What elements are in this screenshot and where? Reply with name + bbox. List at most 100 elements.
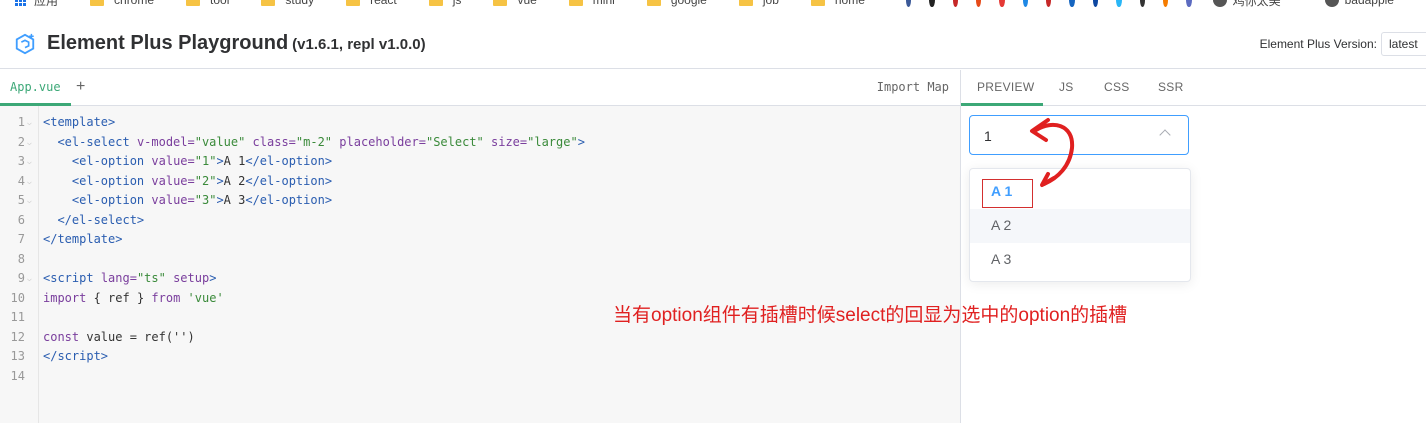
page-title-text: Element Plus Playground bbox=[47, 32, 289, 54]
code-editor-pane: App.vue + Import Map 1 ⌵ <template> 2 ⌵ <el-… bbox=[0, 70, 961, 423]
folder-icon bbox=[428, 0, 443, 6]
line-number: 5 bbox=[17, 193, 25, 207]
extension-icon[interactable] bbox=[1069, 0, 1075, 7]
bookmark-6[interactable]: vue bbox=[493, 0, 568, 7]
tab-preview[interactable]: PREVIEW bbox=[977, 80, 1034, 94]
bookmarks-bar: 应用 chrome tool study react js vue mini google job… bbox=[0, 0, 1426, 8]
bookmark-10[interactable]: home bbox=[810, 0, 897, 7]
bookmark-label: mini bbox=[592, 0, 615, 7]
line-number: 13 bbox=[10, 349, 25, 363]
code-line: 13 </script> bbox=[0, 347, 960, 367]
line-number: 11 bbox=[10, 310, 25, 324]
bookmark-4[interactable]: react bbox=[346, 0, 429, 7]
bookmark-label: home bbox=[834, 0, 865, 7]
line-number: 14 bbox=[10, 368, 25, 383]
fold-chevron-icon[interactable]: ⌵ bbox=[27, 269, 32, 289]
option-label: A 2 bbox=[991, 217, 1012, 233]
code-text: <script lang="ts" setup> bbox=[43, 271, 217, 285]
select-value: 1 bbox=[984, 128, 992, 144]
extension-icon[interactable] bbox=[952, 0, 958, 7]
code-line: 14 bbox=[0, 367, 960, 387]
import-map-button[interactable]: Import Map bbox=[877, 80, 949, 94]
bookmark-label: study bbox=[285, 0, 315, 7]
line-number: 8 bbox=[17, 251, 25, 266]
folder-icon bbox=[810, 0, 825, 6]
extension-icon[interactable] bbox=[1022, 0, 1029, 7]
code-line: 8 bbox=[0, 250, 960, 270]
code-text: <template> bbox=[43, 115, 116, 129]
bookmark-0[interactable]: 应用 bbox=[0, 0, 90, 8]
fold-chevron-icon[interactable]: ⌵ bbox=[27, 133, 32, 153]
extension-icon[interactable] bbox=[1092, 0, 1099, 7]
bookmark-8[interactable]: google bbox=[646, 0, 739, 7]
annotation-text: 当有option组件有插槽时候select的回显为选中的option的插槽 bbox=[613, 305, 1128, 326]
extension-icon[interactable] bbox=[999, 0, 1005, 7]
bookmark-1[interactable]: chrome bbox=[90, 0, 186, 7]
bookmark-3[interactable]: study bbox=[261, 0, 346, 7]
tab-app-vue[interactable]: App.vue bbox=[0, 70, 71, 106]
code-text: </el-select> bbox=[57, 212, 145, 227]
active-tab-indicator bbox=[961, 103, 1043, 106]
line-number: 1 bbox=[17, 115, 25, 129]
code-text: <el-option value="2">A 2</el-option> bbox=[71, 173, 333, 188]
option-a3[interactable]: A 3 bbox=[970, 243, 1190, 277]
code-text: import { ref } from 'vue' bbox=[43, 290, 224, 305]
code-text: </script> bbox=[43, 349, 109, 363]
bookmark-5[interactable]: js bbox=[428, 0, 494, 7]
chevron-up-icon bbox=[1159, 129, 1171, 141]
extension-icon[interactable] bbox=[929, 0, 935, 7]
line-number: 9 bbox=[17, 271, 25, 285]
tab-css[interactable]: CSS bbox=[1104, 80, 1130, 94]
version-label: Element Plus Version: bbox=[1259, 37, 1377, 51]
code-content[interactable]: 1 ⌵ <template> 2 ⌵ <el-select v-model="value… bbox=[0, 113, 960, 386]
add-file-button[interactable]: + bbox=[76, 78, 85, 96]
option-label: A 3 bbox=[991, 251, 1012, 267]
editor-tabs: App.vue + Import Map bbox=[0, 70, 960, 106]
bookmark-2[interactable]: tool bbox=[186, 0, 261, 7]
fold-chevron-icon[interactable]: ⌵ bbox=[27, 191, 32, 211]
site-icon bbox=[1324, 0, 1339, 7]
code-line: 4 ⌵ <el-option value="2">A 2</el-option> bbox=[0, 172, 960, 192]
page-title: Element Plus Playground (v1.6.1, repl v1.… bbox=[47, 32, 426, 55]
bookmark-label: job bbox=[762, 0, 779, 7]
preview-tabs: PREVIEW JS CSS SSR bbox=[961, 70, 1426, 106]
fold-chevron-icon[interactable]: ⌵ bbox=[27, 113, 32, 133]
extension-icon[interactable] bbox=[1046, 0, 1052, 7]
app-header: Element Plus Playground (v1.6.1, repl v1.… bbox=[0, 19, 1426, 69]
extension-icon[interactable] bbox=[1116, 0, 1122, 7]
folder-icon bbox=[186, 0, 201, 6]
extension-icon[interactable] bbox=[975, 0, 982, 7]
line-number: 12 bbox=[10, 329, 25, 344]
bookmark-label: js bbox=[452, 0, 462, 7]
site-icon bbox=[1212, 0, 1227, 7]
extension-icon[interactable] bbox=[1139, 0, 1145, 7]
code-line: 2 ⌵ <el-select v-model="value" class="m-2… bbox=[0, 133, 960, 153]
bookmark-11[interactable]: 鸡你太美 bbox=[1201, 0, 1313, 8]
version-select[interactable]: latest bbox=[1381, 32, 1426, 56]
code-line: 1 ⌵ <template> bbox=[0, 113, 960, 133]
annotation-arrow-icon bbox=[1030, 118, 1075, 187]
tab-ssr[interactable]: SSR bbox=[1158, 80, 1184, 94]
version-note: (v1.6.1, repl v1.0.0) bbox=[292, 36, 426, 53]
code-line: 7 </template> bbox=[0, 230, 960, 250]
bookmark-12[interactable]: badapple bbox=[1313, 0, 1426, 7]
code-text: <el-select v-model="value" class="m-2" p… bbox=[57, 134, 585, 149]
bookmark-label: 鸡你太美 bbox=[1232, 0, 1281, 8]
bookmark-label: badapple bbox=[1344, 0, 1394, 7]
bookmark-7[interactable]: mini bbox=[568, 0, 647, 7]
fold-chevron-icon[interactable]: ⌵ bbox=[27, 172, 32, 192]
extension-icon[interactable] bbox=[1162, 0, 1169, 7]
extension-icon[interactable] bbox=[905, 0, 912, 7]
tab-js[interactable]: JS bbox=[1059, 80, 1074, 94]
option-a2[interactable]: A 2 bbox=[970, 209, 1190, 243]
line-number: 6 bbox=[17, 212, 25, 227]
folder-icon bbox=[738, 0, 753, 6]
code-line: 5 ⌵ <el-option value="3">A 3</el-option> bbox=[0, 191, 960, 211]
code-line: 6 </el-select> bbox=[0, 211, 960, 231]
code-text: <el-option value="1">A 1</el-option> bbox=[71, 154, 333, 168]
bookmark-9[interactable]: job bbox=[738, 0, 811, 7]
extension-icon[interactable] bbox=[1186, 0, 1192, 7]
folder-icon bbox=[90, 0, 105, 6]
bookmark-label: vue bbox=[517, 0, 537, 7]
fold-chevron-icon[interactable]: ⌵ bbox=[27, 152, 32, 172]
